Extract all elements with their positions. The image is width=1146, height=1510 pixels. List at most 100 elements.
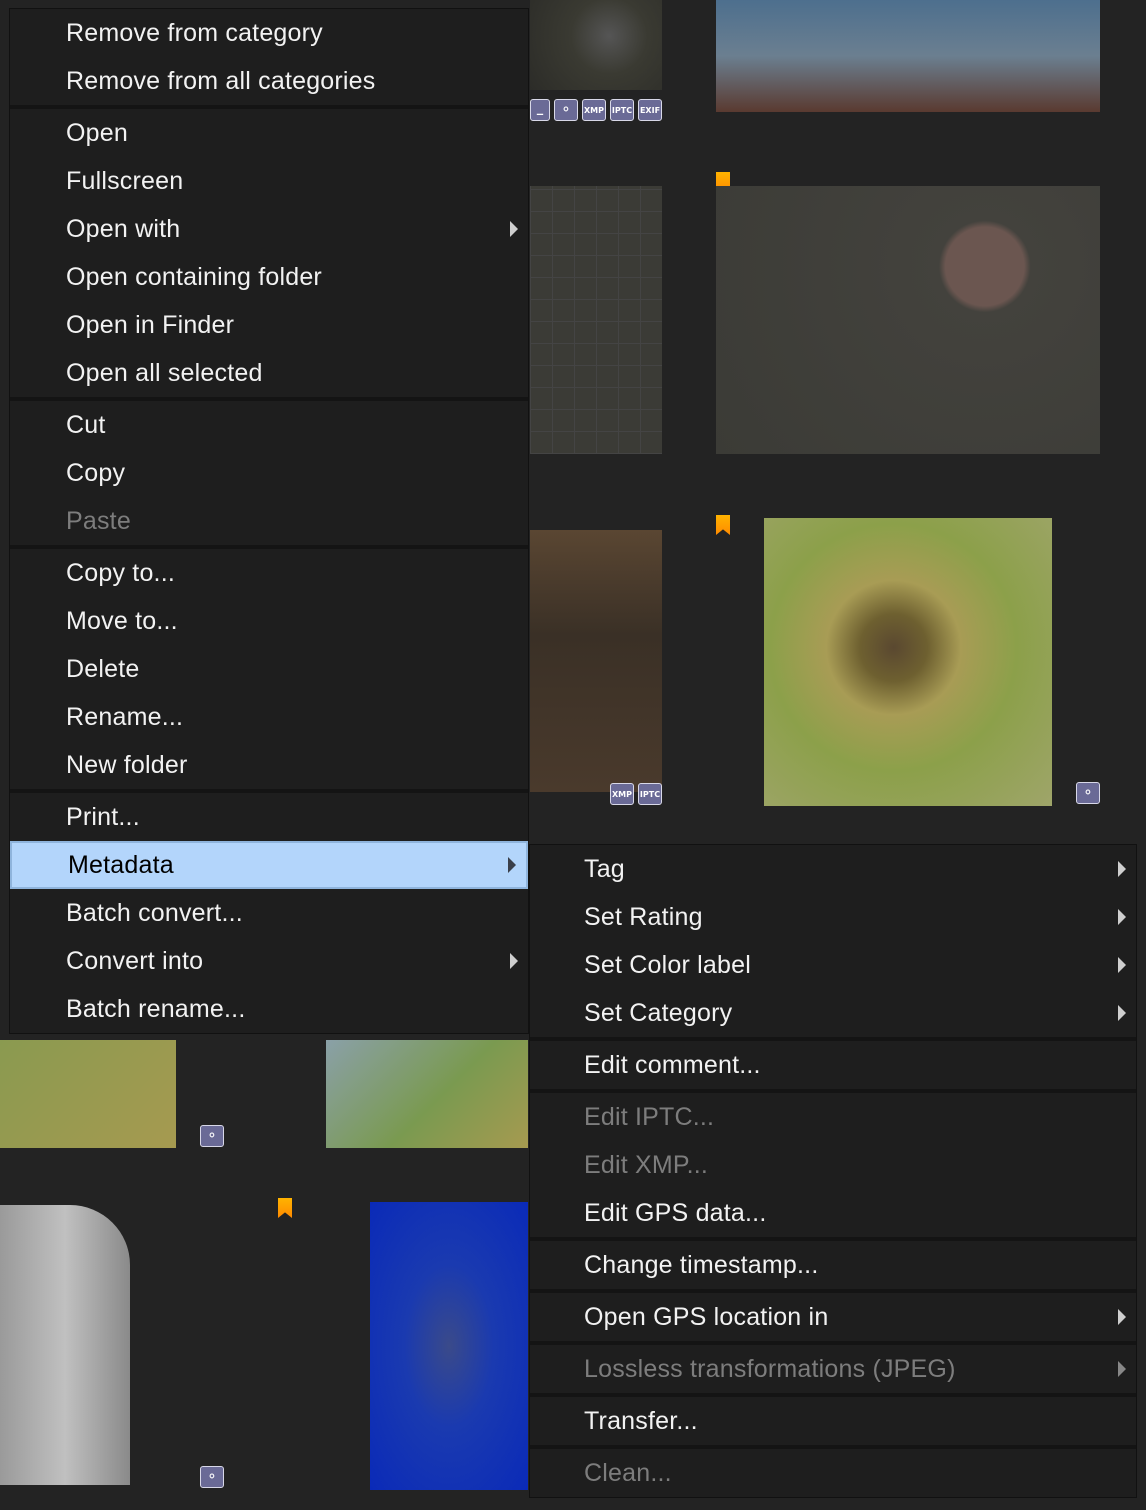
metadata-submenu: Tag Set Rating Set Color label Set Category… — [530, 845, 1136, 1497]
chevron-right-icon — [508, 857, 516, 873]
thumbnail-ruins-map[interactable] — [716, 186, 1100, 454]
chevron-right-icon — [1118, 909, 1126, 925]
badge-row-forest: ⚬ — [1076, 782, 1100, 804]
menu-item-label: Edit IPTC... — [584, 1102, 715, 1131]
menu-item-remove-from-category[interactable]: Remove from category — [10, 9, 528, 57]
menu-item-label: Set Rating — [584, 902, 703, 931]
menu-item-label: Delete — [66, 654, 140, 683]
menu-item-label: Set Category — [584, 998, 733, 1027]
menu-item-edit-comment[interactable]: Edit comment... — [530, 1041, 1136, 1089]
badge-row-1: ▁ ⚬ XMP IPTC EXIF — [530, 99, 662, 121]
menu-item-batch-convert[interactable]: Batch convert... — [10, 889, 528, 937]
menu-item-copy[interactable]: Copy — [10, 449, 528, 497]
menu-item-label: Lossless transformations (JPEG) — [584, 1354, 956, 1383]
chevron-right-icon — [1118, 1309, 1126, 1325]
menu-item-metadata[interactable]: Metadata — [10, 841, 528, 889]
menu-item-open-containing-folder[interactable]: Open containing folder — [10, 253, 528, 301]
menu-item-label: Batch rename... — [66, 994, 246, 1023]
menu-item-set-category[interactable]: Set Category — [530, 989, 1136, 1037]
badge-row-interior: XMP IPTC — [610, 783, 662, 805]
menu-item-open-in-finder[interactable]: Open in Finder — [10, 301, 528, 349]
menu-item-lossless-transformations-jpeg: Lossless transformations (JPEG) — [530, 1345, 1136, 1393]
menu-item-cut[interactable]: Cut — [10, 401, 528, 449]
menu-item-label: Tag — [584, 854, 625, 883]
menu-item-edit-gps-data[interactable]: Edit GPS data... — [530, 1189, 1136, 1237]
chevron-right-icon — [510, 221, 518, 237]
menu-item-label: Metadata — [68, 850, 174, 879]
menu-item-label: Change timestamp... — [584, 1250, 819, 1279]
menu-item-label: Open with — [66, 214, 181, 243]
menu-item-label: New folder — [66, 750, 188, 779]
menu-item-label: Set Color label — [584, 950, 751, 979]
menu-item-label: Edit XMP... — [584, 1150, 709, 1179]
chevron-right-icon — [1118, 1361, 1126, 1377]
iptc-badge: IPTC — [638, 783, 662, 805]
menu-item-label: Copy to... — [66, 558, 175, 587]
menu-item-change-timestamp[interactable]: Change timestamp... — [530, 1241, 1136, 1289]
badge-row-cathedral: ⚬ — [200, 1466, 224, 1488]
menu-item-transfer[interactable]: Transfer... — [530, 1397, 1136, 1445]
xmp-badge: XMP — [582, 99, 606, 121]
thumbnail-interior-map[interactable] — [530, 530, 662, 792]
menu-item-print[interactable]: Print... — [10, 793, 528, 841]
menu-item-label: Open all selected — [66, 358, 263, 387]
menu-item-new-folder[interactable]: New folder — [10, 741, 528, 789]
menu-item-label: Copy — [66, 458, 126, 487]
menu-item-label: Move to... — [66, 606, 178, 635]
bookmark-icon — [278, 1198, 292, 1218]
menu-item-label: Print... — [66, 802, 140, 831]
menu-item-delete[interactable]: Delete — [10, 645, 528, 693]
chevron-right-icon — [1118, 957, 1126, 973]
thumbnail-forest-map[interactable] — [764, 518, 1052, 806]
menu-item-label: Open containing folder — [66, 262, 322, 291]
menu-item-paste: Paste — [10, 497, 528, 545]
menu-item-copy-to[interactable]: Copy to... — [10, 549, 528, 597]
menu-item-open-all-selected[interactable]: Open all selected — [10, 349, 528, 397]
minus-icon: ▁ — [530, 99, 550, 121]
menu-item-set-color-label[interactable]: Set Color label — [530, 941, 1136, 989]
menu-item-tag[interactable]: Tag — [530, 845, 1136, 893]
menu-item-label: Batch convert... — [66, 898, 243, 927]
thumbnail-cathedral-map[interactable] — [0, 1205, 130, 1485]
menu-item-label: Fullscreen — [66, 166, 184, 195]
iptc-badge: IPTC — [610, 99, 634, 121]
xmp-badge: XMP — [610, 783, 634, 805]
thumbnail-night-cathedral-map[interactable] — [370, 1202, 528, 1490]
menu-item-open-with[interactable]: Open with — [10, 205, 528, 253]
menu-item-edit-xmp: Edit XMP... — [530, 1141, 1136, 1189]
thumbnail-field-map[interactable] — [0, 1040, 176, 1148]
menu-item-label: Transfer... — [584, 1406, 698, 1435]
menu-item-label: Convert into — [66, 946, 204, 975]
chevron-right-icon — [510, 953, 518, 969]
menu-item-fullscreen[interactable]: Fullscreen — [10, 157, 528, 205]
menu-item-label: Open GPS location in — [584, 1302, 829, 1331]
menu-item-convert-into[interactable]: Convert into — [10, 937, 528, 985]
menu-item-remove-from-all-categories[interactable]: Remove from all categories — [10, 57, 528, 105]
bookmark-icon — [716, 515, 730, 535]
badge-row-field: ⚬ — [200, 1125, 224, 1147]
menu-item-label: Remove from all categories — [66, 66, 376, 95]
menu-item-rename[interactable]: Rename... — [10, 693, 528, 741]
menu-item-label: Rename... — [66, 702, 184, 731]
menu-item-batch-rename[interactable]: Batch rename... — [10, 985, 528, 1033]
chevron-right-icon — [1118, 861, 1126, 877]
menu-item-label: Cut — [66, 410, 106, 439]
chevron-right-icon — [1118, 1005, 1126, 1021]
thumbnail-grid-map[interactable] — [530, 186, 662, 454]
menu-item-move-to[interactable]: Move to... — [10, 597, 528, 645]
thumbnail-map-dark[interactable] — [530, 0, 662, 90]
menu-item-label: Open in Finder — [66, 310, 235, 339]
thumbnail-tavern-map[interactable] — [716, 0, 1100, 112]
menu-item-label: Clean... — [584, 1458, 672, 1487]
menu-item-set-rating[interactable]: Set Rating — [530, 893, 1136, 941]
menu-item-label: Paste — [66, 506, 131, 535]
layers-icon: ⚬ — [200, 1125, 224, 1147]
menu-item-label: Remove from category — [66, 18, 323, 47]
context-menu: Remove from category Remove from all cate… — [10, 9, 528, 1033]
thumbnail-lake-map[interactable] — [326, 1040, 528, 1148]
menu-item-clean: Clean... — [530, 1449, 1136, 1497]
layers-icon: ⚬ — [1076, 782, 1100, 804]
menu-item-open[interactable]: Open — [10, 109, 528, 157]
menu-item-edit-iptc: Edit IPTC... — [530, 1093, 1136, 1141]
menu-item-open-gps-location-in[interactable]: Open GPS location in — [530, 1293, 1136, 1341]
